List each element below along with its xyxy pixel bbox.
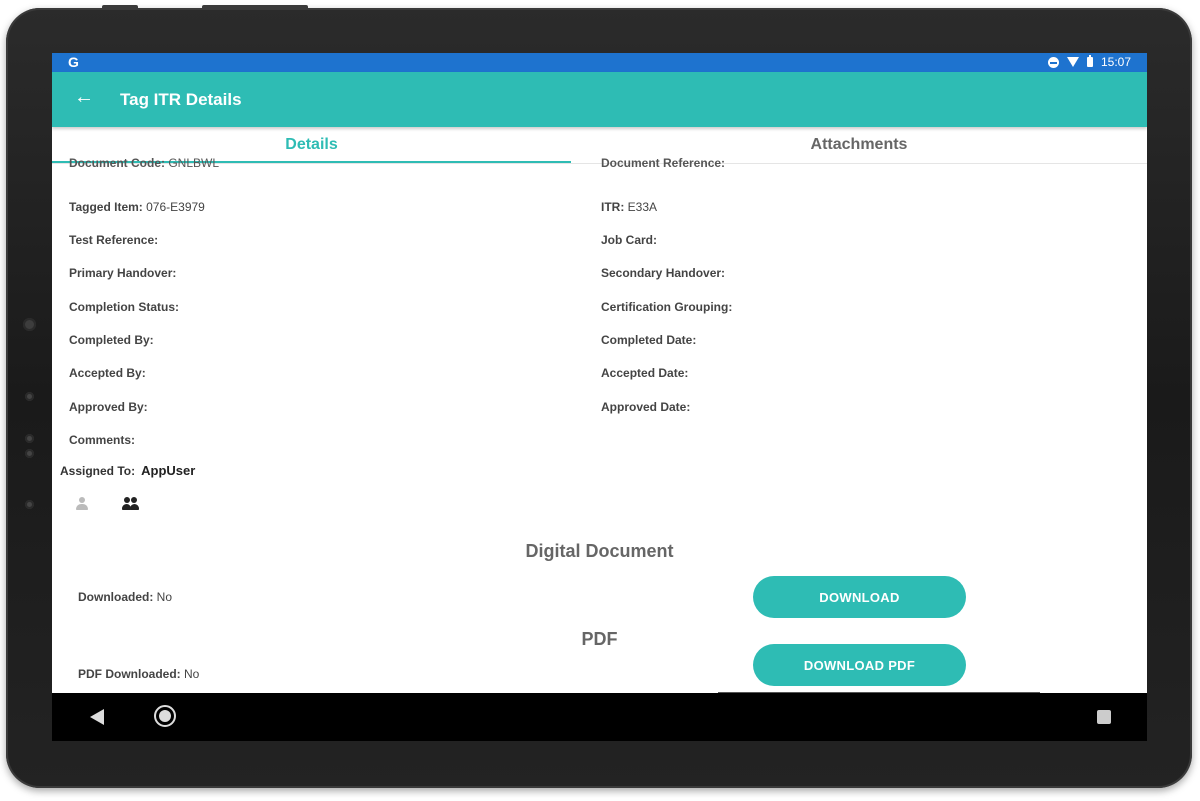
camera-icon — [23, 318, 36, 331]
field-comments: Comments: — [69, 433, 136, 447]
field-job-card: Job Card: — [601, 233, 658, 247]
pdf-title: PDF — [581, 629, 618, 649]
field-certification-grouping: Certification Grouping: — [601, 300, 733, 314]
volume-button — [202, 5, 308, 10]
status-bar: G 15:07 — [52, 53, 1147, 72]
device-screen: G 15:07 ← Tag ITR Details Details Attach… — [52, 53, 1147, 741]
nav-back-icon[interactable] — [90, 709, 104, 725]
person-icon[interactable] — [76, 497, 88, 511]
field-completed-date: Completed Date: — [601, 333, 697, 347]
details-content: Document Code: GNLBWL Tagged Item: 076-E… — [52, 156, 1147, 741]
sensor-icon — [25, 434, 34, 443]
download-pdf-button[interactable]: DOWNLOAD PDF — [753, 644, 966, 686]
field-itr: ITR: E33A — [601, 200, 658, 214]
do-not-disturb-icon — [1047, 56, 1059, 68]
field-accepted-date: Accepted Date: — [601, 366, 689, 380]
field-document-code: Document Code: GNLBWL — [69, 156, 220, 170]
field-completed-by: Completed By: — [69, 333, 154, 347]
nav-home-icon[interactable] — [154, 705, 176, 727]
status-icons: 15:07 — [1047, 55, 1131, 69]
power-button — [102, 5, 138, 10]
google-icon: G — [68, 54, 79, 70]
field-completion-status: Completion Status: — [69, 300, 179, 314]
system-nav-bar — [52, 693, 1147, 741]
field-accepted-by: Accepted By: — [69, 366, 146, 380]
field-approved-date: Approved Date: — [601, 400, 691, 414]
page-title: Tag ITR Details — [120, 90, 242, 109]
battery-icon — [1086, 55, 1093, 67]
sensor-icon — [25, 392, 34, 401]
field-secondary-handover: Secondary Handover: — [601, 266, 726, 280]
wifi-icon — [1066, 57, 1079, 67]
field-test-reference: Test Reference: — [69, 233, 159, 247]
download-button[interactable]: DOWNLOAD — [753, 576, 966, 618]
group-icon[interactable] — [122, 497, 139, 511]
clock: 15:07 — [1100, 55, 1131, 69]
field-primary-handover: Primary Handover: — [69, 266, 177, 280]
field-tagged-item: Tagged Item: 076-E3979 — [69, 200, 205, 214]
field-downloaded: Downloaded: No — [78, 590, 173, 604]
field-approved-by: Approved By: — [69, 400, 148, 414]
field-pdf-downloaded: PDF Downloaded: No — [78, 667, 200, 681]
assigned-to: Assigned To: AppUser — [60, 463, 196, 478]
nav-recents-icon[interactable] — [1097, 710, 1111, 724]
app-bar: ← Tag ITR Details — [52, 72, 1147, 127]
digital-document-title: Digital Document — [525, 541, 674, 561]
sensor-icon — [25, 449, 34, 458]
sensor-icon — [25, 500, 34, 509]
arrow-back-icon[interactable]: ← — [74, 86, 94, 109]
field-document-reference: Document Reference: — [601, 156, 726, 170]
